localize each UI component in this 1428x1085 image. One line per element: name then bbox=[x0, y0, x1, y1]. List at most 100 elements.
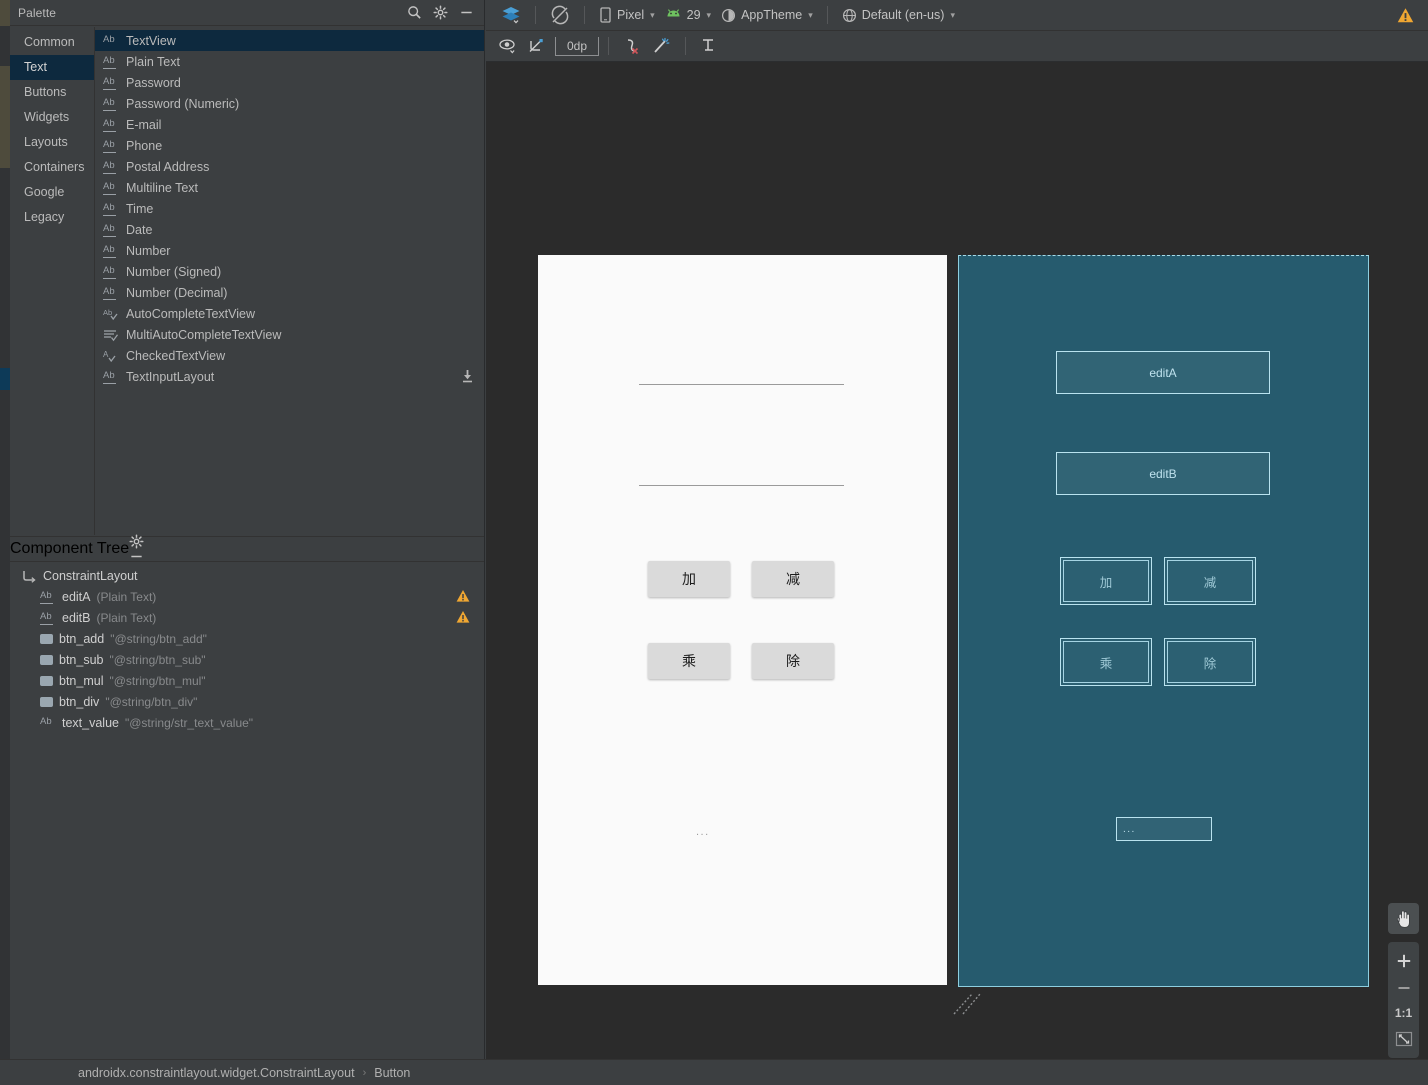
blueprint-edit-a[interactable]: editA bbox=[1056, 351, 1270, 394]
palette-item-label: AutoCompleteTextView bbox=[126, 307, 255, 321]
chevron-down-icon: ▾ bbox=[808, 10, 813, 21]
tree-node-constraintlayout[interactable]: ConstraintLayout bbox=[10, 565, 484, 586]
tree-node-name: btn_sub bbox=[59, 653, 103, 667]
tree-node-btn-sub[interactable]: btn_sub "@string/btn_sub" bbox=[10, 649, 484, 670]
palette-item-plain-text[interactable]: Ab Plain Text bbox=[95, 51, 484, 72]
palette-item-number[interactable]: Ab Number bbox=[95, 240, 484, 261]
edge-segment-olive-mid bbox=[0, 66, 10, 168]
toolbar-warning[interactable] bbox=[1397, 7, 1428, 24]
guideline-button[interactable] bbox=[695, 34, 722, 58]
ab-underline-icon: Ab bbox=[103, 160, 119, 174]
palette-category-google[interactable]: Google bbox=[10, 180, 94, 205]
blueprint-button-label: 乘 bbox=[1100, 653, 1113, 672]
palette-item-label: Password bbox=[126, 76, 181, 90]
tree-node-btn-add[interactable]: btn_add "@string/btn_add" bbox=[10, 628, 484, 649]
zoom-out-button[interactable] bbox=[1388, 974, 1419, 1001]
device-selector[interactable]: Pixel ▾ bbox=[594, 3, 660, 27]
infer-constraints-button[interactable] bbox=[647, 34, 676, 58]
blueprint-edit-b[interactable]: editB bbox=[1056, 452, 1270, 495]
palette-item-date[interactable]: Ab Date bbox=[95, 219, 484, 240]
preview-button-mul[interactable]: 乘 bbox=[648, 643, 730, 679]
preview-edit-b[interactable] bbox=[639, 485, 844, 486]
tree-node-value: "@string/btn_mul" bbox=[109, 674, 205, 688]
locale-selector[interactable]: Default (en-us) ▾ bbox=[837, 3, 960, 27]
tree-node-edita[interactable]: Ab editA (Plain Text) bbox=[10, 586, 484, 607]
palette-item-autocompletetextview[interactable]: Ab AutoCompleteTextView bbox=[95, 303, 484, 324]
palette-category-text[interactable]: Text bbox=[10, 55, 94, 80]
palette-item-textview[interactable]: Ab TextView bbox=[95, 30, 484, 51]
palette-category-layouts[interactable]: Layouts bbox=[10, 130, 94, 155]
preview-text-value[interactable]: ... bbox=[696, 826, 710, 838]
gear-icon[interactable] bbox=[433, 5, 448, 20]
warning-triangle-icon[interactable] bbox=[456, 589, 470, 606]
tree-node-btn-mul[interactable]: btn_mul "@string/btn_mul" bbox=[10, 670, 484, 691]
palette-item-label: TextView bbox=[126, 34, 176, 48]
palette-item-multiautocompletetextview[interactable]: MultiAutoCompleteTextView bbox=[95, 324, 484, 345]
tree-node-name: editB bbox=[62, 611, 91, 625]
palette-category-buttons[interactable]: Buttons bbox=[10, 80, 94, 105]
palette-item-number-decimal[interactable]: Ab Number (Decimal) bbox=[95, 282, 484, 303]
palette-item-email[interactable]: Ab E-mail bbox=[95, 114, 484, 135]
blueprint-button-add[interactable]: 加 bbox=[1060, 557, 1152, 605]
show-constraints-button[interactable] bbox=[523, 34, 552, 58]
palette-item-label: TextInputLayout bbox=[126, 370, 214, 384]
blueprint-preview[interactable]: editA editB 加 减 乘 除 ... bbox=[958, 255, 1369, 987]
palette-category-containers[interactable]: Containers bbox=[10, 155, 94, 180]
ab-icon: Ab bbox=[103, 34, 119, 48]
palette-item-multiline-text[interactable]: Ab Multiline Text bbox=[95, 177, 484, 198]
palette-item-phone[interactable]: Ab Phone bbox=[95, 135, 484, 156]
fit-screen-button[interactable] bbox=[1388, 1025, 1419, 1052]
minimize-icon[interactable] bbox=[129, 549, 144, 564]
preview-button-sub[interactable]: 减 bbox=[752, 561, 834, 597]
warning-triangle-icon[interactable] bbox=[456, 610, 470, 627]
tree-node-btn-div[interactable]: btn_div "@string/btn_div" bbox=[10, 691, 484, 712]
palette-category-widgets[interactable]: Widgets bbox=[10, 105, 94, 130]
canvas-resize-handle[interactable] bbox=[952, 990, 982, 1016]
minimize-icon[interactable] bbox=[459, 5, 474, 20]
palette-item-time[interactable]: Ab Time bbox=[95, 198, 484, 219]
download-icon[interactable] bbox=[461, 369, 474, 383]
ab-underline-icon: Ab bbox=[103, 97, 119, 111]
blueprint-text-value[interactable]: ... bbox=[1116, 817, 1212, 841]
palette-item-number-signed[interactable]: Ab Number (Signed) bbox=[95, 261, 484, 282]
orientation-button[interactable] bbox=[545, 3, 575, 27]
preview-edit-a[interactable] bbox=[639, 384, 844, 385]
tree-node-editb[interactable]: Ab editB (Plain Text) bbox=[10, 607, 484, 628]
api-level-selector[interactable]: 29 ▾ bbox=[660, 3, 716, 27]
design-toolbar: Pixel ▾ 29 ▾ AppTheme ▾ Default (en-us) … bbox=[486, 0, 1428, 31]
view-options-button[interactable] bbox=[494, 34, 523, 58]
design-surface[interactable]: 加 减 乘 除 ... editA editB 加 减 乘 bbox=[486, 62, 1428, 1059]
blueprint-button-div[interactable]: 除 bbox=[1164, 638, 1256, 686]
default-margin-selector[interactable]: 0dp bbox=[555, 37, 599, 56]
breadcrumb-item-root[interactable]: androidx.constraintlayout.widget.Constra… bbox=[78, 1066, 355, 1080]
palette-item-password-numeric[interactable]: Ab Password (Numeric) bbox=[95, 93, 484, 114]
design-preview[interactable]: 加 减 乘 除 ... bbox=[538, 255, 947, 985]
preview-button-div[interactable]: 除 bbox=[752, 643, 834, 679]
zoom-in-button[interactable] bbox=[1388, 947, 1419, 974]
breadcrumb-item-button[interactable]: Button bbox=[374, 1066, 410, 1080]
tree-node-text-value[interactable]: Ab text_value "@string/str_text_value" bbox=[10, 712, 484, 733]
chevron-down-icon: ▾ bbox=[950, 10, 955, 21]
palette-item-postal-address[interactable]: Ab Postal Address bbox=[95, 156, 484, 177]
tree-node-value: "@string/btn_div" bbox=[105, 695, 197, 709]
palette-body: Common Text Buttons Widgets Layouts Cont… bbox=[10, 27, 484, 535]
device-label: Pixel bbox=[617, 8, 644, 22]
design-mode-button[interactable] bbox=[496, 3, 526, 27]
actual-size-button[interactable]: 1:1 bbox=[1388, 1001, 1419, 1025]
gear-icon[interactable] bbox=[129, 534, 144, 549]
blueprint-button-mul[interactable]: 乘 bbox=[1060, 638, 1152, 686]
palette-item-checkedtextview[interactable]: A CheckedTextView bbox=[95, 345, 484, 366]
preview-button-add[interactable]: 加 bbox=[648, 561, 730, 597]
edge-segment-blue[interactable] bbox=[0, 368, 10, 390]
tree-node-value: "@string/str_text_value" bbox=[125, 716, 253, 730]
search-icon[interactable] bbox=[407, 5, 422, 20]
clear-constraints-button[interactable] bbox=[618, 34, 647, 58]
palette-item-password[interactable]: Ab Password bbox=[95, 72, 484, 93]
pan-tool-button[interactable] bbox=[1388, 903, 1419, 934]
palette-category-common[interactable]: Common bbox=[10, 30, 94, 55]
palette-item-textinputlayout[interactable]: Ab TextInputLayout bbox=[95, 366, 484, 387]
palette-category-legacy[interactable]: Legacy bbox=[10, 205, 94, 230]
blueprint-button-sub[interactable]: 减 bbox=[1164, 557, 1256, 605]
theme-selector[interactable]: AppTheme ▾ bbox=[716, 3, 818, 27]
ab-underline-icon: Ab bbox=[103, 202, 119, 216]
